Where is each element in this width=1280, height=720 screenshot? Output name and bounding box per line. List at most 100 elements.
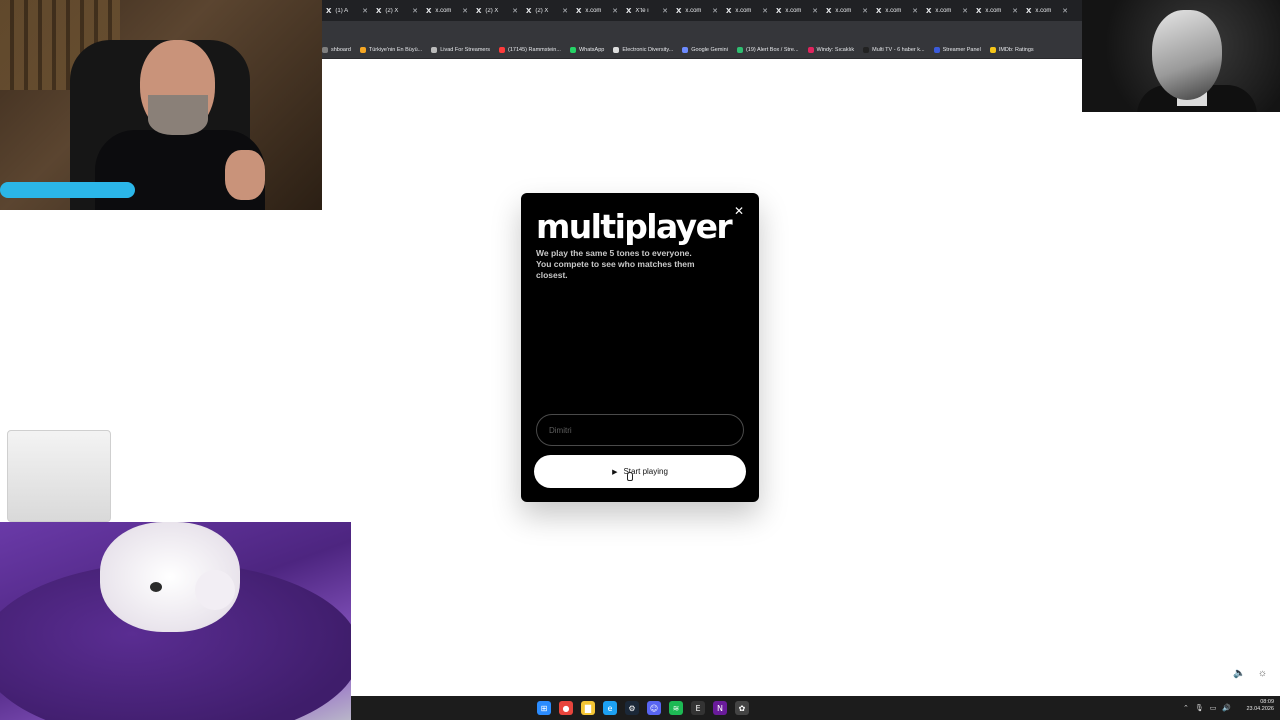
- settings-app-icon[interactable]: ✿: [735, 701, 749, 715]
- volume-icon[interactable]: 🔈: [1233, 668, 1245, 682]
- x-logo-icon: X: [626, 6, 632, 15]
- mouse-cursor: [627, 472, 633, 481]
- bookmark-favicon-icon: [569, 46, 576, 53]
- tab-close-icon[interactable]: ✕: [412, 7, 418, 15]
- windows-start-icon[interactable]: ⊞: [537, 701, 551, 715]
- bookmark-item[interactable]: Streamer Panel: [933, 46, 981, 53]
- browser-tab[interactable]: Xx.com ✕: [422, 0, 472, 21]
- speaker-icon[interactable]: 🔊: [1222, 704, 1231, 712]
- player-name-input[interactable]: [536, 414, 744, 446]
- edge-icon[interactable]: e: [603, 701, 617, 715]
- tab-label: (1) A: [335, 7, 349, 14]
- taskbar-apps: ⊞ ● ▇ e ⚙ ☺ ≋ E N ✿: [533, 698, 753, 718]
- steam-icon[interactable]: ⚙: [625, 701, 639, 715]
- discord-icon[interactable]: ☺: [647, 701, 661, 715]
- tab-close-icon[interactable]: ✕: [662, 7, 668, 15]
- browser-tab[interactable]: Xx.com ✕: [772, 0, 822, 21]
- bookmark-item[interactable]: IMDb: Ratings: [989, 46, 1034, 53]
- start-playing-button[interactable]: ▶ Start playing: [534, 455, 746, 488]
- browser-tab[interactable]: X X'te i ✕: [622, 0, 672, 21]
- bookmark-item[interactable]: (19) Alert Box / Stre...: [736, 46, 799, 53]
- bookmark-favicon-icon: [359, 46, 366, 53]
- x-logo-icon: X: [376, 6, 382, 15]
- tab-label: x.com: [785, 7, 802, 14]
- x-logo-icon: X: [826, 6, 832, 15]
- bookmark-label: Windy: Sıcaklık: [816, 46, 855, 53]
- bookmark-favicon-icon: [989, 46, 996, 53]
- bookmark-item[interactable]: Livad For Streamers: [431, 46, 490, 53]
- bookmark-item[interactable]: Electronic Diversity...: [613, 46, 674, 53]
- x-logo-icon: X: [526, 6, 532, 15]
- bookmark-favicon-icon: [322, 46, 328, 53]
- browser-tab[interactable]: X (2) X ✕: [372, 0, 422, 21]
- taskbar-clock[interactable]: 08:09 23.04.2026: [1238, 699, 1274, 713]
- x-logo-icon: X: [776, 6, 782, 15]
- next-app-icon[interactable]: N: [713, 701, 727, 715]
- bookmarks-bar: shboard Türkiye'nin En Büyü... Livad For S…: [322, 41, 1082, 59]
- browser-tab-bar: X (1) A ✕ X (2) X ✕ Xx.com ✕ X (2) X ✕ X (2) X ✕ Xx.co…: [322, 0, 1082, 21]
- browser-tab[interactable]: Xx.com ✕: [822, 0, 872, 21]
- browser-tab[interactable]: Xx.com ✕: [572, 0, 622, 21]
- network-icon[interactable]: ▭: [1210, 704, 1217, 712]
- browser-tab[interactable]: Xx.com ✕: [922, 0, 972, 21]
- browser-tab[interactable]: Xx.com ✕: [972, 0, 1022, 21]
- bookmark-item[interactable]: Türkiye'nin En Büyü...: [359, 46, 423, 53]
- tab-close-icon[interactable]: ✕: [362, 7, 368, 15]
- tab-close-icon[interactable]: ✕: [1062, 7, 1068, 15]
- bookmark-label: Türkiye'nin En Büyü...: [368, 46, 423, 53]
- bookmark-label: Google Gemini: [691, 46, 728, 53]
- bookmark-favicon-icon: [613, 46, 620, 53]
- bookmark-label: IMDb: Ratings: [998, 46, 1034, 53]
- tab-close-icon[interactable]: ✕: [912, 7, 918, 15]
- tab-close-icon[interactable]: ✕: [612, 7, 618, 15]
- page-controls: 🔈 ☼: [1233, 668, 1267, 682]
- bookmark-label: Streamer Panel: [942, 46, 981, 53]
- bookmark-label: Multi TV - 6 haber k...: [872, 46, 925, 53]
- browser-tab[interactable]: X (2) X ✕: [522, 0, 572, 21]
- tab-close-icon[interactable]: ✕: [512, 7, 518, 15]
- system-tray: ⌃ 🎙 ▭ 🔊: [1180, 698, 1234, 718]
- x-logo-icon: X: [726, 6, 732, 15]
- tab-label: x.com: [835, 7, 852, 14]
- bookmark-item[interactable]: shboard: [322, 46, 351, 53]
- chrome-icon[interactable]: ●: [559, 701, 573, 715]
- mic-arm: [0, 182, 135, 198]
- tab-close-icon[interactable]: ✕: [862, 7, 868, 15]
- tab-close-icon[interactable]: ✕: [462, 7, 468, 15]
- bookmark-item[interactable]: Windy: Sıcaklık: [807, 46, 855, 53]
- browser-tab[interactable]: X (2) X ✕: [472, 0, 522, 21]
- bookmark-label: (17145) Rammstein...: [508, 46, 561, 53]
- browser-tab[interactable]: Xx.com ✕: [1022, 0, 1072, 21]
- tab-label: x.com: [885, 7, 902, 14]
- tab-label: X'te i: [635, 7, 649, 14]
- tab-close-icon[interactable]: ✕: [712, 7, 718, 15]
- bookmark-item[interactable]: Google Gemini: [682, 46, 728, 53]
- tab-close-icon[interactable]: ✕: [562, 7, 568, 15]
- epic-games-icon[interactable]: E: [691, 701, 705, 715]
- spotify-icon[interactable]: ≋: [669, 701, 683, 715]
- browser-tab[interactable]: Xx.com ✕: [722, 0, 772, 21]
- bookmark-favicon-icon: [682, 46, 689, 53]
- tab-close-icon[interactable]: ✕: [962, 7, 968, 15]
- bookmark-label: Electronic Diversity...: [622, 46, 674, 53]
- browser-tab[interactable]: X (1) A ✕: [322, 0, 372, 21]
- browser-tab[interactable]: Xx.com ✕: [872, 0, 922, 21]
- clock-date: 23.04.2026: [1246, 706, 1274, 712]
- tab-label: (2) X: [385, 7, 399, 14]
- browser-tab[interactable]: Xx.com ✕: [672, 0, 722, 21]
- close-icon[interactable]: ✕: [731, 203, 747, 219]
- sun-icon[interactable]: ☼: [1258, 668, 1267, 682]
- tab-label: x.com: [985, 7, 1002, 14]
- bookmark-item[interactable]: WhatsApp: [569, 46, 604, 53]
- tab-close-icon[interactable]: ✕: [812, 7, 818, 15]
- bookmark-favicon-icon: [736, 46, 743, 53]
- bookmark-item[interactable]: Multi TV - 6 haber k...: [863, 46, 925, 53]
- bookmark-item[interactable]: (17145) Rammstein...: [499, 46, 561, 53]
- chevron-up-icon[interactable]: ⌃: [1183, 704, 1189, 712]
- microphone-icon[interactable]: 🎙: [1195, 704, 1204, 712]
- file-explorer-icon[interactable]: ▇: [581, 701, 595, 715]
- tab-close-icon[interactable]: ✕: [762, 7, 768, 15]
- streamer-beard: [148, 95, 208, 135]
- tab-label: x.com: [685, 7, 702, 14]
- tab-close-icon[interactable]: ✕: [1012, 7, 1018, 15]
